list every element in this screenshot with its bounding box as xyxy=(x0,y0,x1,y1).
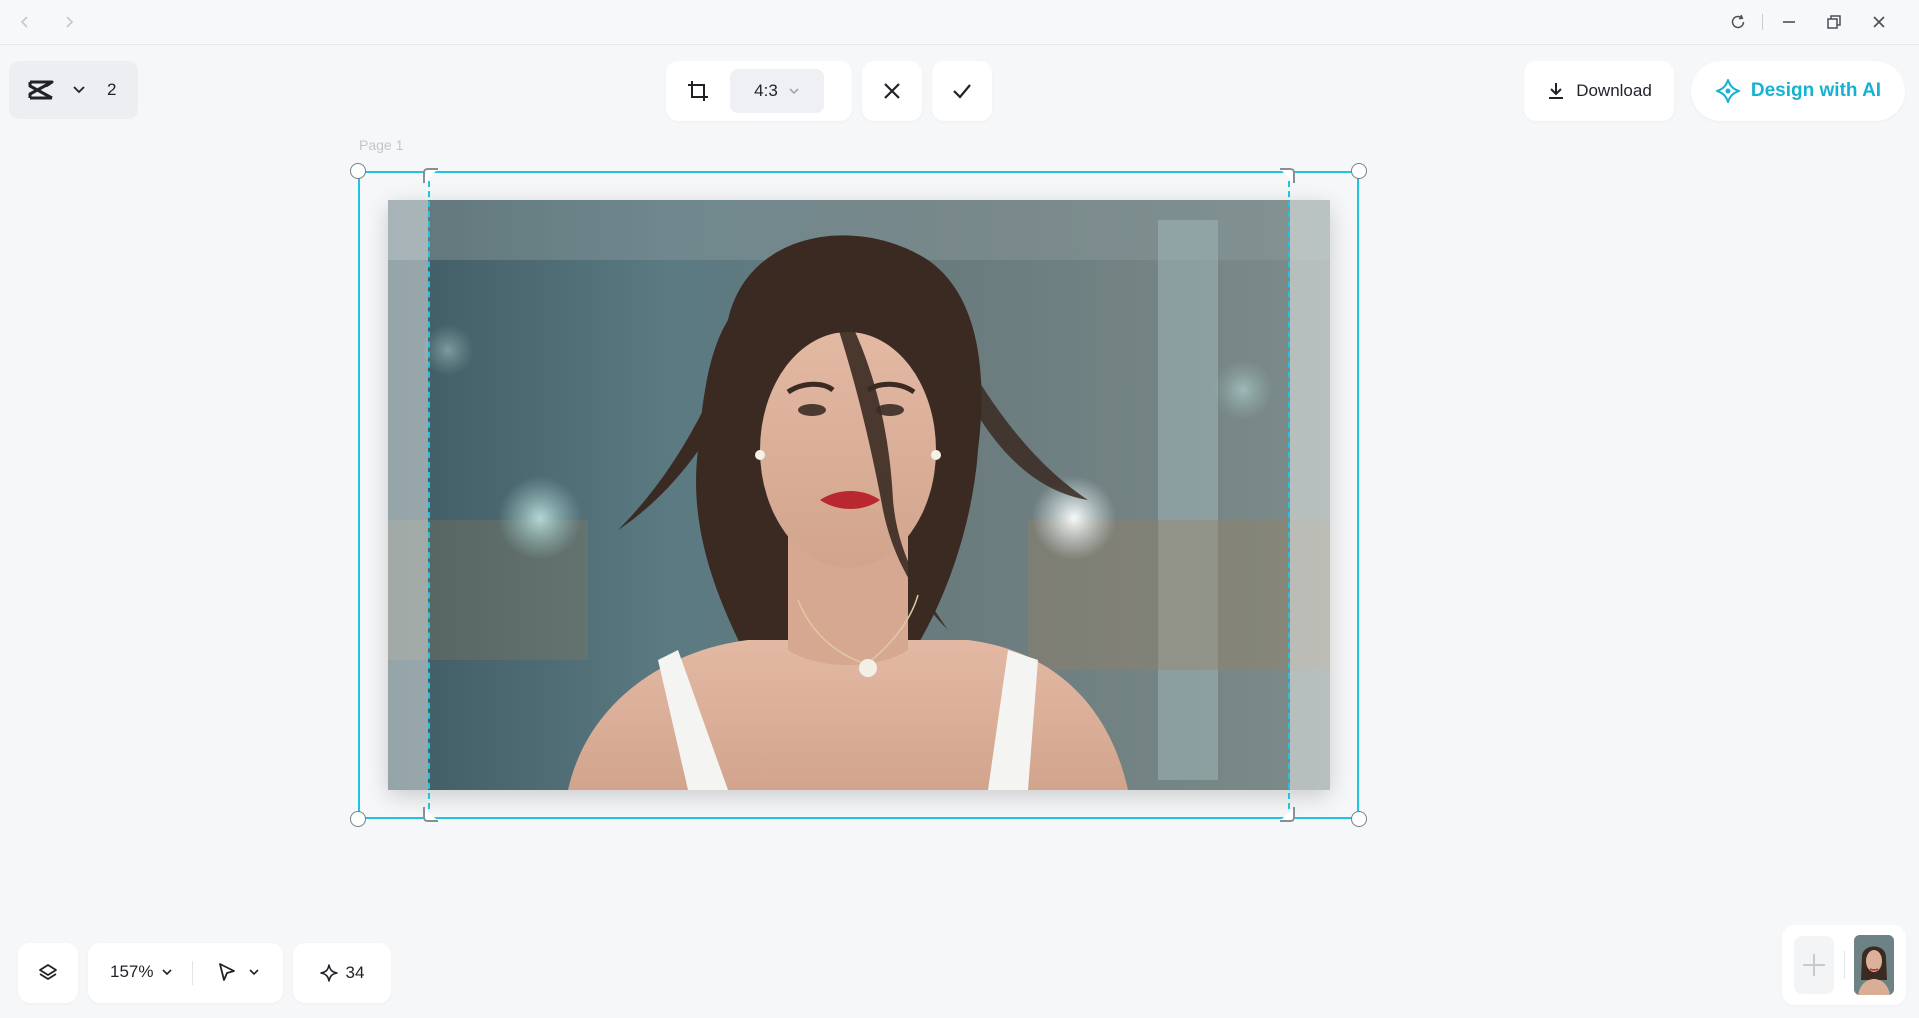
pages-panel xyxy=(1782,925,1906,1005)
workspace-count: 2 xyxy=(107,80,117,99)
download-icon xyxy=(1549,83,1564,99)
crop-corner-bottom-left[interactable] xyxy=(420,803,442,825)
sparkle-icon xyxy=(319,964,338,982)
confirm-crop-button[interactable] xyxy=(932,61,992,121)
minimize-button[interactable] xyxy=(1774,8,1804,36)
layers-icon xyxy=(39,964,57,980)
restore-icon xyxy=(1827,15,1841,29)
layers-button[interactable] xyxy=(18,943,78,1003)
crop-toolbar: 4:3 xyxy=(666,61,852,121)
ai-credits-button[interactable]: 34 xyxy=(293,943,391,1003)
refresh-button[interactable] xyxy=(1723,8,1753,36)
aspect-ratio-value: 4:3 xyxy=(754,81,778,100)
crop-corner-top-left[interactable] xyxy=(420,165,442,187)
forward-button[interactable] xyxy=(54,8,84,36)
crop-corner-top-right[interactable] xyxy=(1276,165,1298,187)
zoom-value: 157% xyxy=(110,962,154,981)
chevron-left-icon xyxy=(20,16,28,28)
chevron-down-icon xyxy=(73,86,85,94)
close-icon xyxy=(884,83,900,99)
page-thumbnail[interactable] xyxy=(1854,935,1894,995)
resize-handle-top-left[interactable] xyxy=(350,163,366,179)
design-with-ai-label: Design with AI xyxy=(1750,80,1882,101)
download-button[interactable]: Download xyxy=(1524,61,1674,121)
refresh-icon xyxy=(1731,14,1745,29)
zoom-select[interactable]: 157% xyxy=(110,962,173,982)
crop-frame[interactable] xyxy=(428,171,1290,819)
chevron-down-icon xyxy=(162,969,173,976)
design-with-ai-button[interactable]: Design with AI xyxy=(1691,61,1905,121)
back-button[interactable] xyxy=(10,8,40,36)
check-icon xyxy=(953,84,971,99)
workspace-switcher[interactable]: 2 xyxy=(9,61,138,119)
cancel-crop-button[interactable] xyxy=(862,61,922,121)
zoom-divider xyxy=(192,961,193,985)
pointer-tool-select[interactable] xyxy=(216,961,260,983)
add-page-button[interactable] xyxy=(1794,936,1834,994)
titlebar-divider xyxy=(1762,14,1763,30)
ai-sparkle-icon xyxy=(1715,79,1740,103)
page-label: Page 1 xyxy=(359,137,404,153)
minimize-icon xyxy=(1783,21,1795,23)
restore-button[interactable] xyxy=(1819,8,1849,36)
capcut-logo-icon xyxy=(28,80,54,100)
close-window-button[interactable] xyxy=(1864,8,1894,36)
pages-divider xyxy=(1844,951,1845,979)
chevron-down-icon xyxy=(789,88,799,95)
title-bar xyxy=(0,0,1919,45)
chevron-down-icon xyxy=(249,969,259,976)
resize-handle-bottom-right[interactable] xyxy=(1351,811,1367,827)
close-icon xyxy=(1873,16,1885,28)
resize-handle-top-right[interactable] xyxy=(1351,163,1367,179)
crop-corner-bottom-right[interactable] xyxy=(1276,803,1298,825)
resize-handle-bottom-left[interactable] xyxy=(350,811,366,827)
crop-icon[interactable] xyxy=(686,79,710,103)
download-label: Download xyxy=(1576,81,1652,100)
credits-count: 34 xyxy=(345,963,365,982)
chevron-right-icon xyxy=(66,16,74,28)
pointer-icon xyxy=(219,963,235,981)
zoom-controls: 157% xyxy=(88,943,283,1003)
thumbnail-image xyxy=(1854,935,1894,995)
aspect-ratio-select[interactable]: 4:3 xyxy=(730,69,824,113)
plus-icon xyxy=(1803,954,1825,976)
